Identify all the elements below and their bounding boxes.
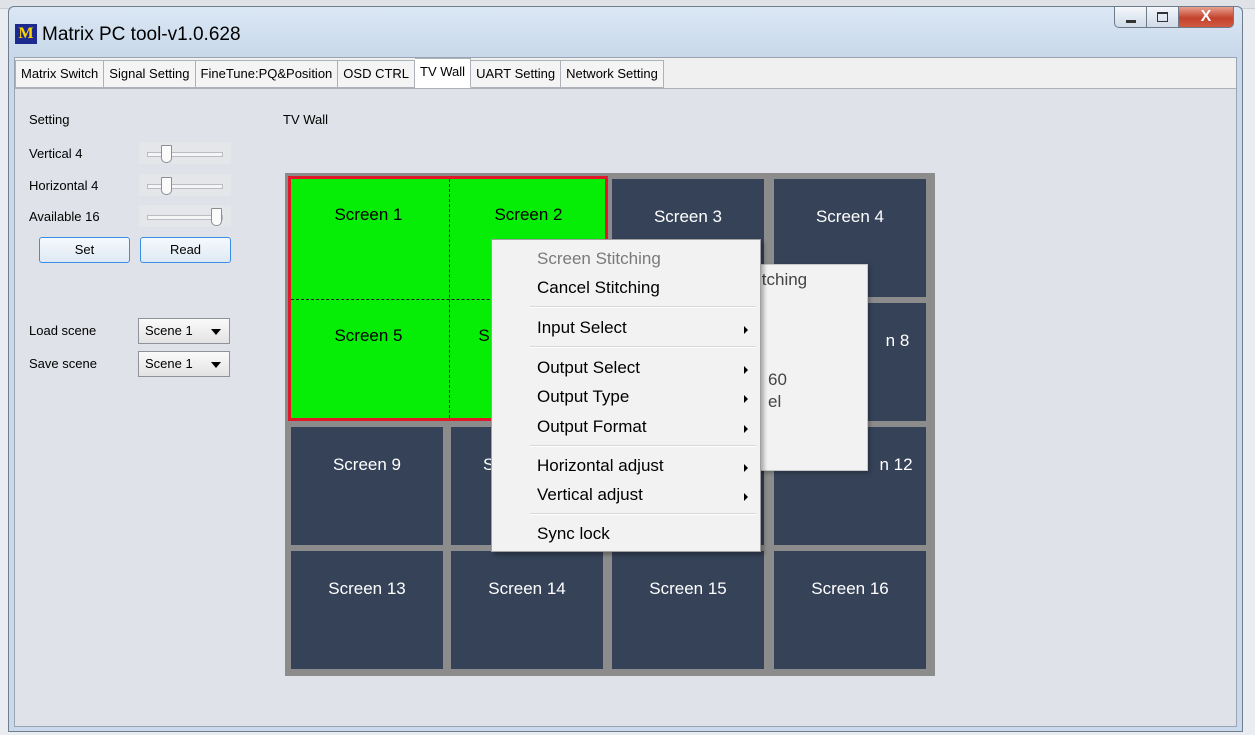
screen-label: Screen 4 (815, 207, 885, 226)
app-logo-icon: M (15, 24, 37, 44)
screen-label: Screen 15 (649, 579, 727, 598)
save-scene-label: Save scene (29, 356, 97, 371)
save-scene-value: Scene 1 (145, 356, 193, 371)
menu-separator (530, 445, 756, 447)
read-button[interactable]: Read (140, 237, 231, 263)
submenu-arrow-icon (744, 395, 748, 403)
vertical-label: Vertical 4 (29, 146, 83, 161)
close-button[interactable]: X (1178, 6, 1234, 28)
popup-text: itching (758, 270, 808, 289)
submenu-arrow-icon (744, 464, 748, 472)
screen-label: Screen 9 (332, 455, 402, 474)
load-scene-label: Load scene (29, 323, 97, 338)
popup-text: el (768, 392, 782, 411)
app-window: M Matrix PC tool-v1.0.628 X Matrix Switc… (8, 6, 1243, 732)
setting-heading: Setting (29, 112, 70, 127)
menu-cancel-stitching[interactable]: Cancel Stitching (537, 278, 660, 298)
slider-thumb[interactable] (161, 145, 172, 163)
load-scene-select[interactable]: Scene 1 (138, 318, 230, 344)
screen-2-label: Screen 2 (494, 205, 563, 224)
screen-13[interactable]: Screen 13 (291, 551, 443, 669)
client-area: Matrix Switch Signal Setting FineTune:PQ… (14, 57, 1237, 727)
slider-thumb[interactable] (161, 177, 172, 195)
available-label: Available 16 (29, 209, 100, 224)
context-menu: Screen Stitching Cancel Stitching Input … (491, 239, 761, 552)
screen-label: Screen 3 (653, 207, 723, 226)
save-scene-select[interactable]: Scene 1 (138, 351, 230, 377)
menu-output-select[interactable]: Output Select (537, 358, 640, 378)
chevron-down-icon (211, 362, 221, 368)
menu-separator (530, 306, 756, 308)
maximize-button[interactable] (1146, 6, 1179, 28)
menu-output-type[interactable]: Output Type (537, 387, 629, 407)
maximize-icon (1157, 12, 1168, 22)
slider-track (147, 152, 223, 157)
submenu-arrow-icon (744, 366, 748, 374)
screen-label: n 8 (885, 331, 910, 350)
menu-vertical-adjust[interactable]: Vertical adjust (537, 485, 643, 505)
slider-thumb[interactable] (211, 208, 222, 226)
tab-finetune[interactable]: FineTune:PQ&Position (195, 60, 339, 88)
set-button[interactable]: Set (39, 237, 130, 263)
tab-matrix-switch[interactable]: Matrix Switch (15, 60, 105, 88)
menu-horizontal-adjust[interactable]: Horizontal adjust (537, 456, 664, 476)
tab-osd-ctrl[interactable]: OSD CTRL (338, 60, 416, 88)
screen-15[interactable]: Screen 15 (612, 551, 764, 669)
minimize-button[interactable] (1114, 6, 1147, 28)
window-title: Matrix PC tool-v1.0.628 (42, 24, 241, 45)
submenu-arrow-icon (744, 425, 748, 433)
slider-track (147, 184, 223, 189)
horizontal-label: Horizontal 4 (29, 178, 99, 193)
background-popup: itching 60 el (753, 264, 868, 471)
submenu-arrow-icon (744, 493, 748, 501)
tv-wall-panel: Setting Vertical 4 Horizontal 4 Availabl… (15, 88, 1236, 726)
menu-separator (530, 346, 756, 348)
screen-1-label: Screen 1 (334, 205, 403, 224)
screen-label: Screen 16 (811, 579, 889, 598)
close-icon: X (1200, 8, 1212, 25)
tab-tv-wall[interactable]: TV Wall (415, 58, 472, 88)
window-controls: X (1114, 6, 1234, 28)
tab-uart-setting[interactable]: UART Setting (471, 60, 562, 88)
vertical-slider[interactable] (139, 142, 231, 164)
tab-network-setting[interactable]: Network Setting (561, 60, 664, 88)
screen-label: n 12 (879, 455, 913, 474)
screen-14[interactable]: Screen 14 (451, 551, 603, 669)
load-scene-value: Scene 1 (145, 323, 193, 338)
title-bar: M Matrix PC tool-v1.0.628 X (9, 6, 1242, 57)
menu-separator (530, 513, 756, 515)
tv-wall-heading: TV Wall (283, 112, 329, 127)
horizontal-slider[interactable] (139, 174, 231, 196)
screen-5-label: Screen 5 (334, 326, 403, 345)
screen-9[interactable]: Screen 9 (291, 427, 443, 545)
menu-sync-lock[interactable]: Sync lock (537, 524, 610, 544)
screen-16[interactable]: Screen 16 (774, 551, 926, 669)
tab-signal-setting[interactable]: Signal Setting (104, 60, 196, 88)
tab-bar: Matrix Switch Signal Setting FineTune:PQ… (15, 58, 664, 88)
submenu-arrow-icon (744, 326, 748, 334)
popup-text: 60 (768, 370, 787, 389)
minimize-icon (1125, 19, 1136, 23)
screen-label: Screen 13 (328, 579, 406, 598)
menu-output-format[interactable]: Output Format (537, 417, 647, 437)
available-slider[interactable] (139, 205, 231, 227)
chevron-down-icon (211, 329, 221, 335)
menu-input-select[interactable]: Input Select (537, 318, 627, 338)
screen-label: Screen 14 (488, 579, 566, 598)
menu-screen-stitching[interactable]: Screen Stitching (537, 249, 661, 269)
